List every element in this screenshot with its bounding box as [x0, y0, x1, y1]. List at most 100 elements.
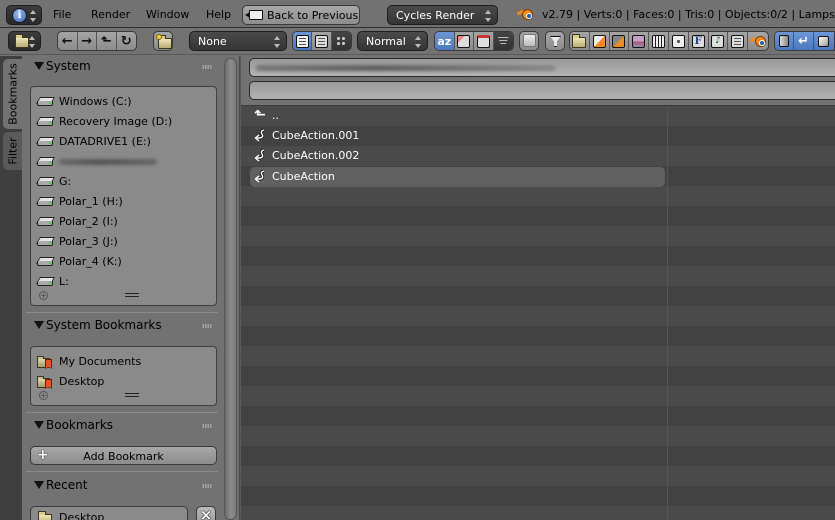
image-icon[interactable] [629, 32, 650, 50]
tab-filter[interactable]: Filter [3, 132, 22, 170]
list-item[interactable]: DATADRIVE1 (E:) [37, 132, 207, 152]
panel-header-system-bookmarks[interactable]: System Bookmarks [26, 315, 216, 337]
list-item[interactable]: G: [37, 172, 207, 192]
object-data-icon[interactable] [775, 32, 795, 50]
back-to-previous-button[interactable]: Back to Previous [242, 5, 360, 25]
list-item[interactable]: Windows (C:) [37, 92, 207, 112]
panel-header-bookmarks[interactable]: Bookmarks [26, 415, 216, 437]
collapse-triangle-icon [34, 62, 44, 70]
blend-file-icon[interactable] [590, 32, 610, 50]
id-type-filters: ↵ [774, 31, 835, 51]
filename-field[interactable] [249, 81, 835, 100]
panel-divider [26, 412, 218, 413]
list-item[interactable]: Recovery Image (D:) [37, 112, 207, 132]
sort-time-icon[interactable] [474, 32, 494, 50]
drag-grip-icon[interactable] [202, 324, 212, 328]
panel-header-recent[interactable]: Recent [26, 475, 216, 497]
bookmark-folder-icon [37, 356, 53, 369]
mesh-icon[interactable] [813, 32, 834, 50]
file-row-parent[interactable]: ⬑ .. [250, 106, 665, 126]
list-item[interactable]: Desktop [37, 372, 207, 392]
movie-icon[interactable] [649, 32, 669, 50]
recursion-value: None [198, 35, 227, 48]
blend-backup-icon[interactable] [610, 32, 630, 50]
panel-header-system[interactable]: System [26, 56, 216, 78]
blender-icon[interactable] [748, 32, 768, 50]
file-list: ⬑ .. CubeAction.001 CubeAction.002 CubeA… [241, 105, 835, 520]
folder-icon [38, 511, 52, 520]
tab-filter-label: Filter [6, 137, 19, 165]
recursion-dropdown[interactable]: None [189, 31, 287, 51]
menu-help[interactable]: Help [206, 8, 231, 21]
scene-stats: v2.79 | Verts:0 | Faces:0 | Tris:0 | Obj… [542, 8, 835, 21]
sound-icon[interactable]: ♪ [709, 32, 729, 50]
drive-label: L: [59, 275, 69, 288]
resize-handle[interactable] [125, 393, 139, 397]
file-row[interactable]: CubeAction.002 [250, 146, 665, 166]
thumbnail-size-dropdown[interactable]: Normal [357, 31, 428, 51]
file-type-filters: F ♪ [569, 31, 769, 51]
sort-alpha-icon[interactable]: az [435, 32, 455, 50]
panel-divider [26, 312, 218, 313]
sort-size-icon[interactable] [493, 32, 513, 50]
add-bookmark-button[interactable]: + Add Bookmark [30, 446, 217, 465]
sort-ext-icon[interactable] [455, 32, 474, 50]
drag-grip-icon[interactable] [202, 484, 212, 488]
parent-icon[interactable]: ⬑ [97, 32, 117, 50]
clear-recent-button[interactable]: × [196, 506, 216, 520]
list-item[interactable]: Polar_4 (K:) [37, 252, 207, 272]
long-list-icon[interactable] [312, 32, 332, 50]
drive-icon [37, 177, 53, 186]
text-icon[interactable] [728, 32, 749, 50]
list-item[interactable]: Polar_2 (I:) [37, 212, 207, 232]
drag-grip-icon[interactable] [202, 424, 212, 428]
drive-label: Windows (C:) [59, 95, 132, 108]
list-item[interactable]: Polar_3 (J:) [37, 232, 207, 252]
drive-icon [37, 277, 53, 286]
panel-divider [26, 471, 218, 472]
list-item[interactable]: L: [37, 272, 207, 292]
menu-file[interactable]: File [53, 8, 71, 21]
system-drives-list: Windows (C:) Recovery Image (D:) DATADRI… [30, 86, 217, 306]
drive-label: G: [59, 175, 72, 188]
tab-bookmarks[interactable]: Bookmarks [3, 59, 22, 129]
directory-path-field[interactable] [249, 58, 835, 77]
recent-list-item[interactable]: Desktop [30, 506, 188, 520]
forward-icon[interactable]: → [78, 32, 97, 50]
new-folder-button[interactable] [153, 31, 173, 51]
file-row-selected[interactable]: CubeAction [250, 167, 665, 187]
short-list-icon[interactable] [293, 32, 313, 50]
font-icon[interactable]: F [689, 32, 709, 50]
render-engine-dropdown[interactable]: Cycles Render [387, 5, 498, 25]
thumbnails-icon[interactable] [331, 32, 351, 50]
show-hidden-toggle[interactable] [519, 31, 539, 51]
drag-grip-icon[interactable] [202, 65, 212, 69]
refresh-icon[interactable]: ↻ [117, 32, 136, 50]
menu-window[interactable]: Window [146, 8, 189, 21]
back-icon[interactable]: ← [58, 32, 78, 50]
menu-render[interactable]: Render [91, 8, 130, 21]
bookmark-label: Desktop [59, 375, 105, 388]
drive-icon [37, 257, 53, 266]
drive-icon [37, 137, 53, 146]
add-item-icon[interactable]: + [39, 391, 48, 400]
list-item[interactable]: My Documents [37, 352, 207, 372]
drive-icon [37, 117, 53, 126]
list-item[interactable]: Polar_1 (H:) [37, 192, 207, 212]
list-item[interactable] [37, 152, 207, 172]
tab-bookmarks-label: Bookmarks [6, 63, 19, 125]
add-item-icon[interactable]: + [39, 291, 48, 300]
folder-icon[interactable] [570, 32, 590, 50]
file-row[interactable]: CubeAction.001 [250, 126, 665, 146]
filter-icon [550, 36, 561, 47]
sidebar-scrollbar[interactable] [224, 58, 237, 520]
filter-toggle[interactable] [545, 31, 565, 51]
action-icon[interactable]: ↵ [794, 32, 814, 50]
script-icon[interactable] [669, 32, 689, 50]
editor-type-selector[interactable]: i [6, 5, 42, 25]
file-editor-type-selector[interactable] [8, 31, 41, 51]
resize-handle[interactable] [125, 293, 139, 297]
sort-buttons: az [434, 31, 514, 51]
drive-icon [37, 237, 53, 246]
back-to-previous-icon [245, 10, 263, 20]
